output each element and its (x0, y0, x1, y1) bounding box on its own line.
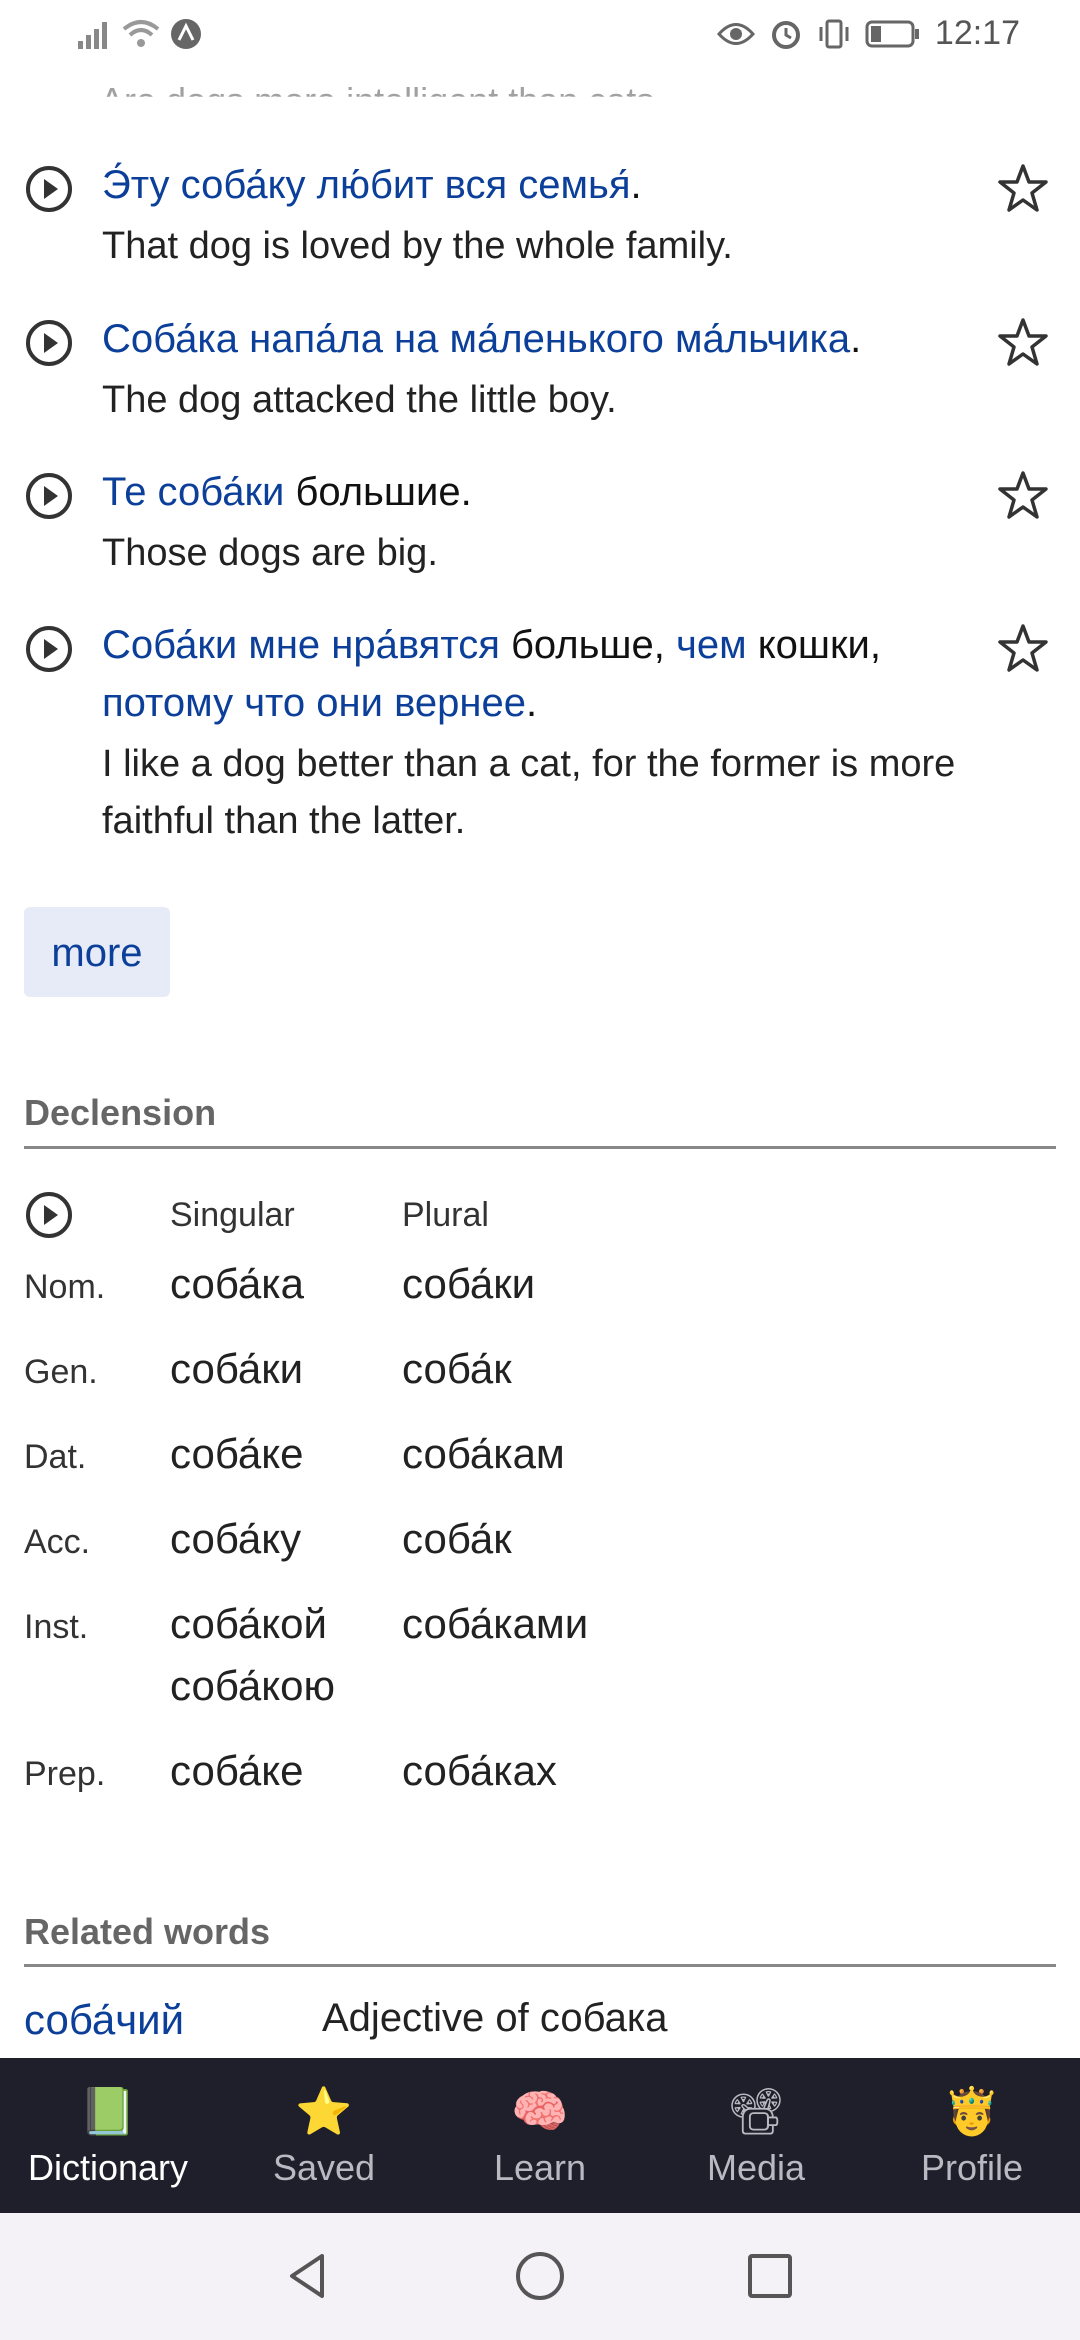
nav-learn[interactable]: 🧠 Learn (432, 2058, 648, 2213)
plural-form: соба́ках (402, 1747, 557, 1794)
singular-form: соба́ка (170, 1260, 304, 1307)
column-header-plural: Plural (402, 1196, 489, 1234)
related-words-title: Related words (24, 1911, 271, 1952)
play-declension-audio-icon[interactable] (24, 1190, 74, 1240)
sentence-text: . (525, 681, 538, 725)
play-audio-icon[interactable] (24, 318, 74, 368)
singular-form: соба́ку (170, 1515, 302, 1562)
alarm-icon (771, 20, 800, 49)
singular-form: соба́кою (170, 1662, 335, 1709)
related-word-definition: Adjective of собака (322, 1996, 668, 2040)
plural-form: соба́к (402, 1345, 512, 1392)
related-word-link[interactable]: соба́чий (24, 1996, 184, 2044)
divider (24, 1964, 1056, 1967)
plural-form: соба́ки (402, 1260, 536, 1307)
nav-label: Media (706, 2146, 806, 2188)
star-icon[interactable] (996, 162, 1050, 216)
case-label: Inst. (24, 1608, 89, 1646)
home-icon[interactable] (512, 2248, 568, 2304)
projector-icon: 📽 (726, 2084, 786, 2137)
partial-example-line: Are dogs more intelligent than cats. (100, 80, 665, 121)
star-icon: ⭐ (295, 2084, 353, 2137)
nav-label: Saved (272, 2146, 376, 2188)
brain-icon: 🧠 (511, 2084, 569, 2137)
case-label: Acc. (24, 1523, 91, 1561)
sentence-text: большие. (284, 470, 472, 514)
word-link[interactable]: Те соба́ки (102, 470, 284, 514)
singular-form: соба́ки (170, 1345, 304, 1392)
play-audio-icon[interactable] (24, 164, 74, 214)
nav-label: Dictionary (27, 2146, 189, 2188)
example-english: Those dogs are big. (102, 532, 438, 574)
vibrate-icon (819, 19, 849, 48)
play-audio-icon[interactable] (24, 624, 74, 674)
eye-icon (716, 22, 755, 45)
nav-label: Learn (493, 2146, 587, 2188)
word-detail-content[interactable]: Are dogs more intelligent than cats. Э́т… (0, 60, 1080, 2058)
singular-form: соба́ке (170, 1747, 304, 1794)
case-label: Dat. (24, 1438, 87, 1476)
book-icon: 📗 (79, 2084, 137, 2137)
star-icon[interactable] (996, 316, 1050, 370)
singular-form: соба́кой (170, 1600, 327, 1647)
more-examples-button[interactable]: more (24, 907, 170, 997)
word-link[interactable]: чем (676, 623, 747, 667)
sentence-text: . (630, 163, 642, 207)
case-label: Nom. (24, 1268, 106, 1306)
status-left-icons (78, 18, 202, 50)
nav-profile[interactable]: 🤴 Profile (864, 2058, 1080, 2213)
prince-icon: 🤴 (943, 2084, 1001, 2137)
word-link[interactable]: Соба́ка напа́ла на ма́ленького ма́льчика (102, 317, 850, 361)
back-icon[interactable] (280, 2248, 336, 2304)
word-link[interactable]: потому что они вернее (102, 681, 526, 725)
example-russian: Э́ту соба́ку лю́бит вся семья́. (102, 156, 970, 214)
plural-form: соба́кам (402, 1430, 565, 1477)
nav-label: Profile (920, 2146, 1024, 2188)
singular-form: соба́ке (170, 1430, 304, 1477)
signal-icon (78, 22, 107, 49)
sentence-text: . (850, 317, 862, 361)
example-russian: Соба́ки мне нра́вятся больше, чем кошки,… (102, 616, 930, 732)
column-header-singular: Singular (170, 1196, 295, 1234)
word-link[interactable]: Э́ту соба́ку лю́бит вся семья́ (102, 163, 630, 207)
declension-title: Declension (24, 1092, 217, 1133)
star-icon[interactable] (996, 622, 1050, 676)
wifi-icon (122, 20, 160, 47)
vpn-icon (171, 19, 201, 49)
example-russian: Те соба́ки большие. (102, 463, 970, 521)
plural-form: соба́к (402, 1515, 512, 1562)
star-icon[interactable] (996, 469, 1050, 523)
example-english: I like a dog better than a cat, for the … (102, 743, 956, 842)
example-russian: Соба́ка напа́ла на ма́ленького ма́льчика… (102, 310, 1010, 368)
system-navigation-bar (0, 2213, 1080, 2340)
battery-icon (865, 20, 919, 47)
plural-form: соба́ками (402, 1600, 589, 1647)
nav-dictionary[interactable]: 📗 Dictionary (0, 2058, 216, 2213)
example-english: The dog attacked the little boy. (102, 379, 617, 421)
status-right-icons: 12:17 (716, 14, 1020, 53)
word-link[interactable]: Соба́ки мне нра́вятся (102, 623, 500, 667)
case-label: Prep. (24, 1755, 106, 1793)
case-label: Gen. (24, 1353, 98, 1391)
status-bar: 12:17 (0, 0, 1080, 76)
example-english: That dog is loved by the whole family. (102, 225, 733, 267)
status-time: 12:17 (934, 14, 1020, 52)
nav-media[interactable]: 📽 Media (648, 2058, 864, 2213)
sentence-text: кошки, (746, 623, 881, 667)
play-audio-icon[interactable] (24, 471, 74, 521)
sentence-text: больше, (499, 623, 676, 667)
bottom-navigation: 📗 Dictionary ⭐ Saved 🧠 Learn 📽 Media 🤴 P… (0, 2058, 1080, 2213)
recents-icon[interactable] (742, 2248, 798, 2304)
nav-saved[interactable]: ⭐ Saved (216, 2058, 432, 2213)
divider (24, 1146, 1056, 1149)
